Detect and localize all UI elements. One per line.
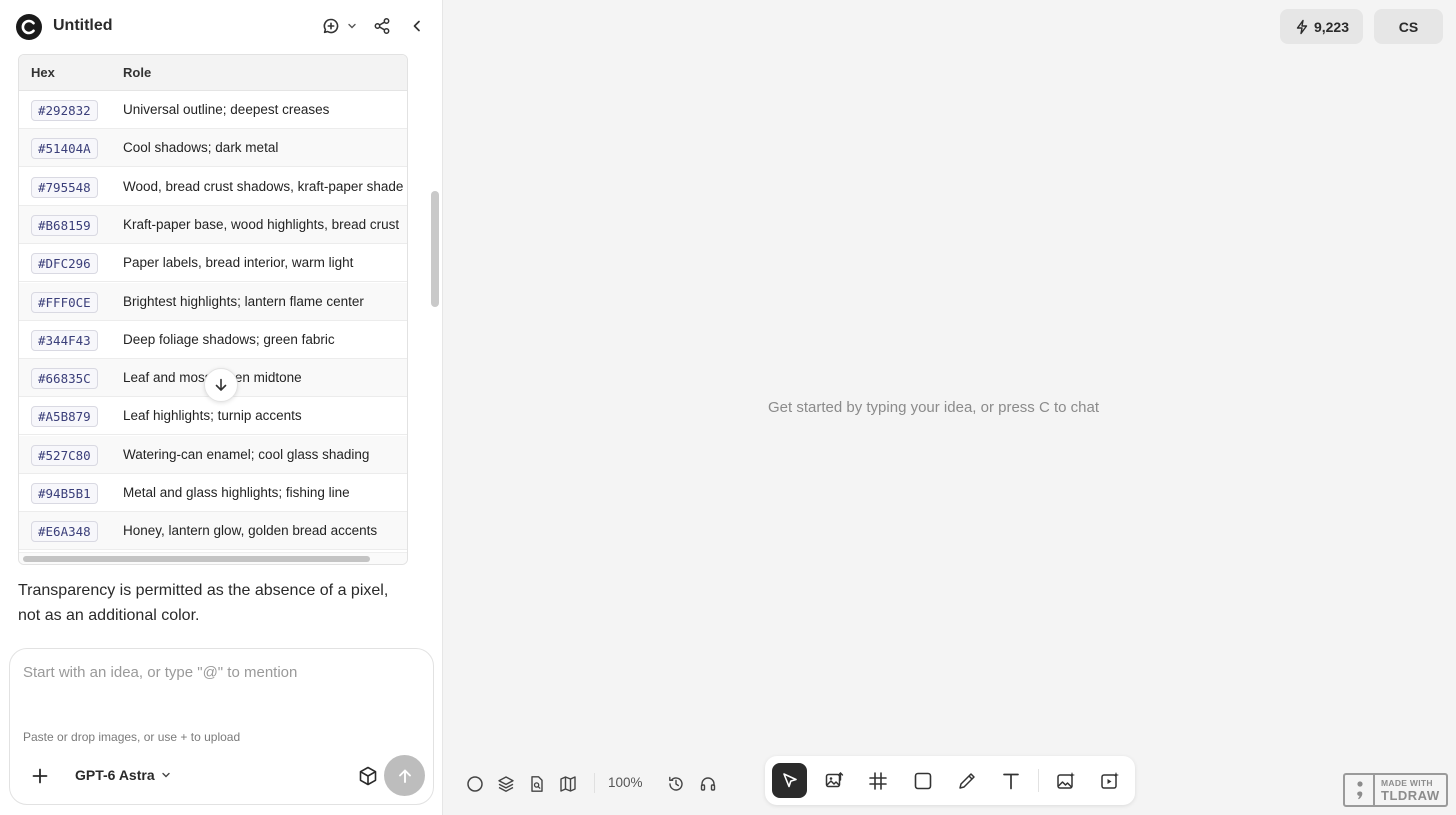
- role-text: Kraft-paper base, wood highlights, bread…: [123, 216, 400, 232]
- chat-scroll-area[interactable]: Hex Role #292832 Universal outline; deepe…: [0, 52, 427, 648]
- send-button[interactable]: [384, 755, 425, 796]
- role-text: Leaf highlights; turnip accents: [123, 408, 302, 424]
- table-row: #292832 Universal outline; deepest crease…: [19, 91, 407, 129]
- table-scrollbar-thumb[interactable]: [23, 556, 370, 562]
- role-text: Brightest highlights; lantern flame cent…: [123, 293, 364, 309]
- column-header-hex: Hex: [31, 65, 55, 80]
- model-name: GPT-6 Astra: [75, 767, 155, 783]
- hex-code: #344F43: [31, 329, 98, 351]
- ai-image-icon[interactable]: [1048, 763, 1083, 798]
- frame-icon[interactable]: [860, 763, 895, 798]
- add-attachment-button[interactable]: [29, 765, 51, 787]
- role-text: Metal and glass highlights; fishing line: [123, 485, 350, 500]
- rectangle-icon[interactable]: [905, 763, 940, 798]
- arrow-down-icon: [215, 378, 227, 391]
- arrow-up-icon: [398, 769, 411, 783]
- table-row: #DFC296 Paper labels, bread interior, war…: [19, 244, 407, 283]
- table-row: #FFF0CE Brightest highlights; lantern fla…: [19, 282, 407, 321]
- select-arrow-icon[interactable]: [772, 763, 807, 798]
- canvas-empty-hint: Get started by typing your idea, or pres…: [768, 399, 1099, 416]
- chat-scrollbar[interactable]: [427, 52, 443, 648]
- hex-code: #527C80: [31, 444, 98, 466]
- cube-icon[interactable]: [357, 765, 379, 787]
- table-row: #A5B879 Leaf highlights; turnip accents: [19, 397, 407, 436]
- table-row: #B68159 Kraft-paper base, wood highlights…: [19, 205, 407, 244]
- scroll-to-bottom-button[interactable]: [204, 368, 238, 402]
- badge-line1: MADE WITH: [1381, 778, 1433, 788]
- pencil-icon[interactable]: [949, 763, 984, 798]
- canvas-toolbar: [765, 756, 1135, 805]
- table-horizontal-scrollbar[interactable]: [19, 552, 407, 564]
- collapse-panel-icon[interactable]: [409, 15, 425, 37]
- table-row: #51404A Cool shadows; dark metal: [19, 129, 407, 168]
- role-text: Cool shadows; dark metal: [123, 140, 279, 156]
- panel-header: Untitled: [0, 0, 443, 52]
- divider: [1038, 769, 1039, 792]
- role-text: Deep foliage shadows; green fabric: [123, 331, 335, 347]
- zoom-level[interactable]: 100%: [608, 775, 643, 790]
- table-row: #94B5B1 Metal and glass highlights; fishi…: [19, 474, 407, 512]
- credits-count: 9,223: [1313, 18, 1350, 35]
- prompt-input[interactable]: Start with an idea, or type "@" to menti…: [23, 664, 297, 681]
- circle-icon[interactable]: [464, 773, 486, 795]
- table-row: #E6A348 Honey, lantern glow, golden bread…: [19, 512, 407, 551]
- chat-composer[interactable]: Start with an idea, or type "@" to menti…: [9, 648, 434, 805]
- ai-video-icon[interactable]: [1092, 763, 1127, 798]
- image-upload-icon[interactable]: [816, 763, 851, 798]
- layers-icon[interactable]: [495, 773, 517, 795]
- chat-panel: Untitled Hex Role #292832 Universal outli…: [0, 0, 443, 815]
- hex-code: #94B5B1: [31, 483, 98, 504]
- chevron-down-icon: [161, 772, 170, 778]
- plus-icon: [32, 768, 48, 784]
- role-text: Wood, bread crust shadows, kraft-paper s…: [123, 178, 404, 194]
- share-icon[interactable]: [372, 15, 392, 37]
- hex-code: #E6A348: [31, 521, 98, 543]
- document-title[interactable]: Untitled: [53, 17, 113, 35]
- hex-code: #795548: [31, 176, 98, 198]
- hex-code: #B68159: [31, 214, 98, 236]
- tldraw-logo-icon: [1345, 775, 1375, 805]
- table-row: #344F43 Deep foliage shadows; green fabri…: [19, 320, 407, 359]
- map-icon[interactable]: [557, 773, 579, 795]
- column-header-role: Role: [123, 65, 152, 80]
- table-header: Hex Role: [19, 55, 407, 91]
- role-text: Watering-can enamel; cool glass shading: [123, 446, 370, 462]
- credits-button[interactable]: 9,223: [1280, 9, 1363, 44]
- hex-code: #66835C: [31, 368, 98, 390]
- hex-code: #FFF0CE: [31, 291, 98, 313]
- hex-code: #51404A: [31, 138, 98, 160]
- text-icon[interactable]: [993, 763, 1028, 798]
- role-text: Universal outline; deepest creases: [123, 102, 330, 117]
- role-text: Paper labels, bread interior, warm light: [123, 255, 354, 271]
- badge-line2: TLDRAW: [1381, 788, 1440, 803]
- lightning-icon: [1296, 19, 1308, 34]
- made-with-tldraw-badge[interactable]: MADE WITH TLDRAW: [1343, 773, 1448, 807]
- new-chat-icon[interactable]: [320, 15, 342, 37]
- palette-table: Hex Role #292832 Universal outline; deepe…: [18, 54, 408, 565]
- hex-code: #DFC296: [31, 253, 98, 275]
- file-search-icon[interactable]: [526, 773, 548, 795]
- divider: [594, 773, 595, 793]
- user-avatar[interactable]: CS: [1374, 9, 1443, 44]
- assistant-message-text: Transparency is permitted as the absence…: [18, 582, 389, 624]
- headset-icon[interactable]: [697, 773, 719, 795]
- history-icon[interactable]: [665, 773, 687, 795]
- table-row: #527C80 Watering-can enamel; cool glass s…: [19, 435, 407, 474]
- model-selector[interactable]: GPT-6 Astra: [75, 767, 171, 783]
- chevron-down-icon[interactable]: [346, 15, 358, 37]
- role-text: Honey, lantern glow, golden bread accent…: [123, 523, 378, 539]
- upload-hint: Paste or drop images, or use + to upload: [23, 730, 241, 744]
- table-row: #795548 Wood, bread crust shadows, kraft-…: [19, 167, 407, 206]
- hex-code: #292832: [31, 100, 98, 121]
- hex-code: #A5B879: [31, 406, 98, 428]
- chat-scrollbar-thumb[interactable]: [431, 191, 439, 307]
- app-logo[interactable]: [16, 14, 42, 40]
